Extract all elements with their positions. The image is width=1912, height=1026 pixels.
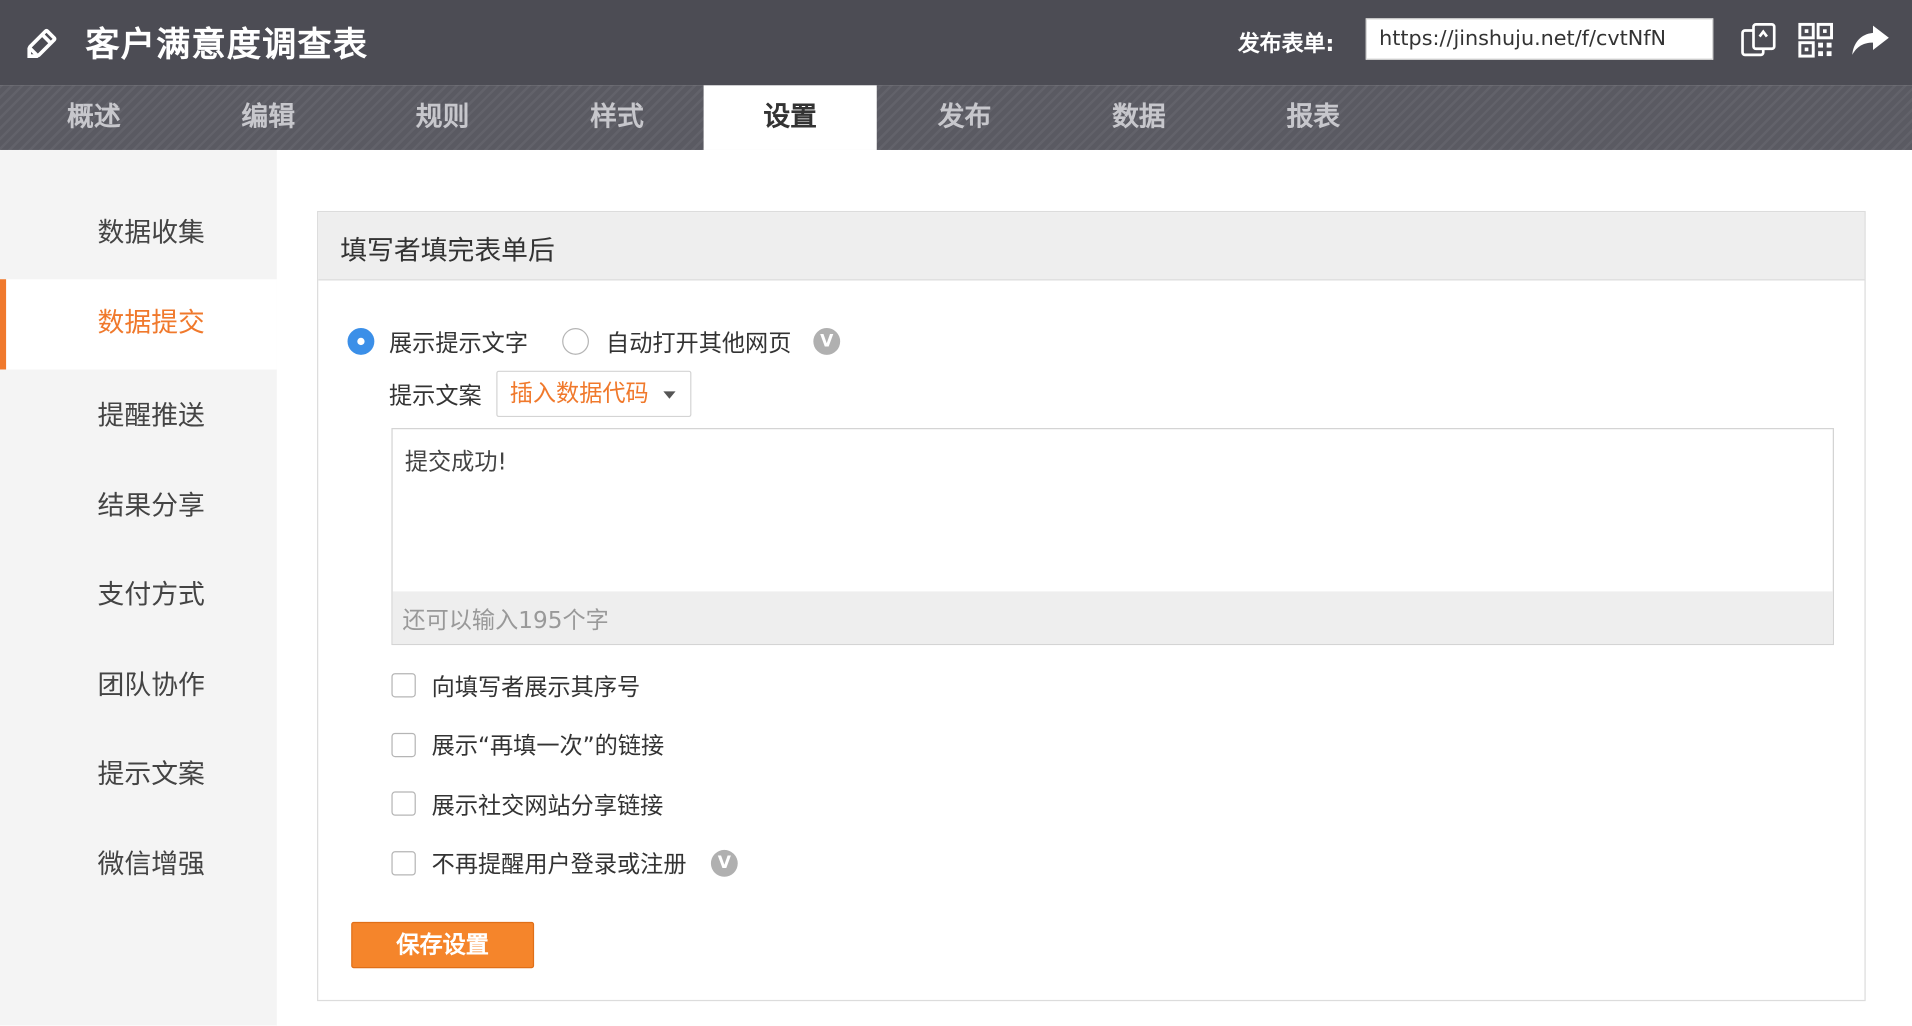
share-icon[interactable] xyxy=(1849,20,1890,61)
after-submit-panel: 填写者填完表单后 展示提示文字 自动打开其他网页 V 提示文案 插入数据代码 提… xyxy=(317,210,1866,1002)
radio-show-text-label[interactable]: 展示提示文字 xyxy=(389,326,528,359)
insert-data-code-label: 插入数据代码 xyxy=(509,380,649,408)
radio-redirect-label[interactable]: 自动打开其他网页 xyxy=(606,326,791,359)
pencil-icon xyxy=(22,20,66,64)
tab-overview[interactable]: 概述 xyxy=(7,85,180,150)
help-icon-login[interactable]: V xyxy=(710,849,738,877)
checkbox-fill-again-link-label[interactable]: 展示“再填一次”的链接 xyxy=(432,728,665,761)
prompt-textarea-value: 提交成功! xyxy=(404,448,507,476)
caret-down-icon xyxy=(663,391,676,399)
tab-settings[interactable]: 设置 xyxy=(703,85,877,150)
checkbox-social-share[interactable] xyxy=(391,791,416,816)
checkbox-show-serial-label[interactable]: 向填写者展示其序号 xyxy=(432,669,641,702)
radio-show-text[interactable] xyxy=(347,328,375,355)
tab-data[interactable]: 数据 xyxy=(1052,85,1225,150)
checkbox-no-login-reminder-label[interactable]: 不再提醒用户登录或注册 xyxy=(432,846,687,879)
settings-sidebar: 数据收集 数据提交 提醒推送 结果分享 支付方式 团队协作 提示文案 微信增强 xyxy=(0,149,277,1026)
top-bar: 客户满意度调查表 发布表单: https://jinshuju.net/f/cv… xyxy=(0,0,1912,86)
sidebar-item-data-collection[interactable]: 数据收集 xyxy=(0,189,277,279)
tab-rules[interactable]: 规则 xyxy=(356,85,529,150)
sidebar-item-data-submit[interactable]: 数据提交 xyxy=(0,279,277,370)
form-title: 客户满意度调查表 xyxy=(85,24,369,65)
textarea-footer: 还可以输入195个字 xyxy=(392,591,1833,644)
panel-header: 填写者填完表单后 xyxy=(318,212,1865,281)
help-icon[interactable]: V xyxy=(813,328,841,355)
tab-publish[interactable]: 发布 xyxy=(878,85,1051,150)
qrcode-icon[interactable] xyxy=(1795,20,1836,61)
publish-label: 发布表单: xyxy=(1237,31,1335,58)
sidebar-item-wechat[interactable]: 微信增强 xyxy=(0,821,277,911)
prompt-textarea[interactable]: 提交成功! 还可以输入195个字 xyxy=(391,428,1834,646)
sidebar-item-result-sharing[interactable]: 结果分享 xyxy=(0,462,277,552)
publish-url-field[interactable]: https://jinshuju.net/f/cvtNfN xyxy=(1365,18,1714,60)
char-counter: 还可以输入195个字 xyxy=(402,607,609,635)
save-settings-button[interactable]: 保存设置 xyxy=(351,921,535,969)
copy-icon[interactable] xyxy=(1739,20,1780,61)
tab-edit[interactable]: 编辑 xyxy=(182,85,355,150)
panel-title: 填写者填完表单后 xyxy=(340,236,555,268)
sidebar-item-team[interactable]: 团队协作 xyxy=(0,641,277,731)
checkbox-social-share-label[interactable]: 展示社交网站分享链接 xyxy=(432,788,664,821)
prompt-text-label: 提示文案 xyxy=(388,382,482,410)
sidebar-item-prompt-text[interactable]: 提示文案 xyxy=(0,730,277,820)
sidebar-item-notifications[interactable]: 提醒推送 xyxy=(0,372,277,462)
main-tabs: 概述 编辑 规则 样式 设置 发布 数据 报表 xyxy=(0,85,1912,150)
tab-report[interactable]: 报表 xyxy=(1227,85,1400,150)
app-root: 客户满意度调查表 发布表单: https://jinshuju.net/f/cv… xyxy=(0,0,1912,1026)
checkbox-fill-again-link[interactable] xyxy=(391,732,416,758)
checkbox-no-login-reminder[interactable] xyxy=(391,851,416,876)
tab-style[interactable]: 样式 xyxy=(530,85,703,150)
checkbox-show-serial[interactable] xyxy=(391,673,416,698)
insert-data-code-dropdown[interactable]: 插入数据代码 xyxy=(496,370,692,418)
radio-redirect[interactable] xyxy=(562,328,589,355)
sidebar-item-payment[interactable]: 支付方式 xyxy=(0,551,277,641)
